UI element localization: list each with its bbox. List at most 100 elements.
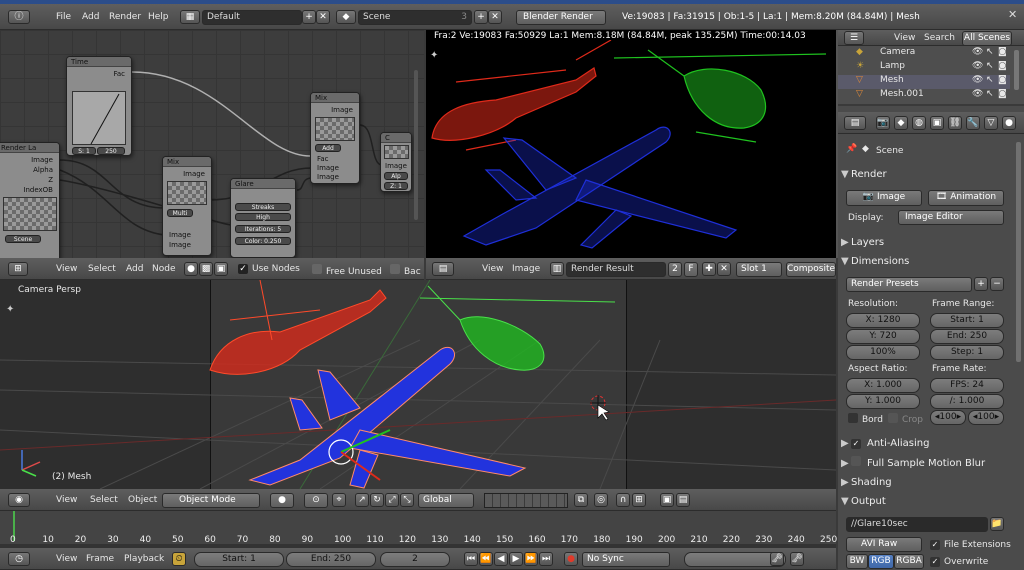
glare-type[interactable]: Streaks (235, 203, 291, 211)
outliner-menu-search[interactable]: Search (924, 33, 955, 43)
shader-nodes-icon[interactable]: ● (184, 262, 198, 276)
image-menu-view[interactable]: View (482, 264, 503, 274)
outliner-row-mesh[interactable]: ▽ Mesh 👁 ↖ ◙ (838, 75, 1010, 89)
viewport-menu-object[interactable]: Object (128, 495, 157, 505)
menu-help[interactable]: Help (148, 12, 169, 22)
menu-file[interactable]: File (56, 12, 71, 22)
node-editor-scrollbar[interactable] (414, 70, 418, 220)
border-checkbox[interactable]: Bord (848, 413, 883, 425)
output-path-field[interactable]: //Glare10sec (846, 517, 988, 532)
screen-layout-field[interactable]: Default (202, 10, 302, 25)
timeline[interactable] (0, 511, 836, 548)
dimensions-panel-header[interactable]: ▼ Dimensions (841, 253, 1011, 271)
visibility-eye-icon[interactable]: 👁 (972, 89, 983, 99)
viewport-menu-select[interactable]: Select (90, 495, 118, 505)
time-remap-old-field[interactable]: ◂100▸ (930, 410, 966, 425)
viewport-menu-view[interactable]: View (56, 495, 77, 505)
frame-end-field[interactable]: End: 250 (930, 329, 1004, 344)
lock-layers-icon[interactable]: ⧉ (574, 493, 588, 507)
color-rgb-button[interactable]: RGB (868, 554, 894, 569)
visibility-eye-icon[interactable]: 👁 (972, 47, 983, 57)
viewport-3d[interactable]: Camera Persp ✦ (2) Mesh (0, 280, 836, 489)
render-animation-button[interactable]: 🎞 Animation (928, 190, 1004, 206)
manipulator-toggle-icon[interactable]: ⌖ (332, 493, 346, 507)
play-icon[interactable]: ▶ (509, 552, 523, 566)
node-composite[interactable]: C Image Alp Z: 1 (380, 132, 412, 192)
scene-field[interactable]: Scene 3 (358, 10, 472, 25)
pivot-point-dropdown[interactable]: ⊙ (304, 493, 328, 508)
outliner-row-mesh-001[interactable]: ▽ Mesh.001 👁 ↖ ◙ (838, 89, 1010, 103)
visibility-eye-icon[interactable]: 👁 (972, 75, 983, 85)
render-animation-icon[interactable]: ▤ (676, 493, 690, 507)
selectable-arrow-icon[interactable]: ↖ (986, 89, 994, 99)
texture-nodes-icon[interactable]: ▣ (214, 262, 228, 276)
timeline-type-icon[interactable]: ◷ (8, 552, 30, 566)
resolution-x-field[interactable]: X: 1280 (846, 313, 920, 328)
material-tab-icon[interactable]: ● (1002, 116, 1016, 130)
node-editor-type-icon[interactable]: ⊞ (8, 262, 28, 276)
preview-range-icon[interactable]: ⏲ (172, 552, 186, 566)
object-tab-icon[interactable]: ▣ (930, 116, 944, 130)
layers-panel-header[interactable]: ▶ Layers (841, 234, 1011, 252)
outliner-row-camera[interactable]: ◆ Camera 👁 ↖ ◙ (838, 47, 1010, 61)
node-glare[interactable]: Glare Streaks High Iterations: 5 Color: … (230, 178, 296, 258)
timeline-menu-view[interactable]: View (56, 554, 77, 564)
node-menu-node[interactable]: Node (152, 264, 176, 274)
snap-toggle-icon[interactable]: ∩ (616, 493, 630, 507)
file-format-dropdown[interactable]: AVI Raw (846, 537, 922, 552)
renderable-icon[interactable]: ◙ (998, 61, 1007, 71)
fps-base-field[interactable]: /: 1.000 (930, 394, 1004, 409)
screen-remove-icon[interactable]: ✕ (316, 10, 330, 24)
jump-end-icon[interactable]: ⏭ (539, 552, 553, 566)
insert-keyframe-icon[interactable]: 🗝 (770, 552, 784, 566)
data-tab-icon[interactable]: ▽ (984, 116, 998, 130)
next-keyframe-icon[interactable]: ⏩ (524, 552, 538, 566)
aspect-y-field[interactable]: Y: 1.000 (846, 394, 920, 409)
glare-iterations[interactable]: Iterations: 5 (235, 225, 291, 233)
outliner-type-icon[interactable]: ☰ (844, 31, 864, 45)
scene-icon[interactable]: ◆ (336, 10, 356, 24)
render-pass-dropdown[interactable]: Composite (786, 262, 836, 277)
scene-tab-icon[interactable]: ◆ (894, 116, 908, 130)
outliner-scrollbar[interactable] (1014, 50, 1019, 90)
crop-checkbox[interactable]: Crop (888, 413, 923, 425)
layer-buttons[interactable] (484, 493, 568, 508)
viewport-type-icon[interactable]: ◉ (8, 493, 30, 507)
image-menu-image[interactable]: Image (512, 264, 540, 274)
fps-field[interactable]: FPS: 24 (930, 378, 1004, 393)
node-render-layers[interactable]: Render La Image Alpha Z IndexOB Scene (0, 142, 60, 258)
renderable-icon[interactable]: ◙ (998, 47, 1007, 57)
start-frame-field[interactable]: Start: 1 (194, 552, 284, 567)
antialiasing-panel-header[interactable]: ▶ ✓ Anti-Aliasing (841, 435, 1011, 453)
motion-blur-checkbox[interactable] (851, 456, 861, 466)
time-start[interactable]: S: 1 (72, 147, 96, 155)
render-layers-scene[interactable]: Scene (5, 235, 41, 243)
properties-type-icon[interactable]: ▤ (844, 116, 866, 130)
render-presets-dropdown[interactable]: Render Presets (846, 277, 972, 292)
play-reverse-icon[interactable]: ◀ (494, 552, 508, 566)
screen-layout-icon[interactable]: ▦ (180, 10, 200, 24)
scene-remove-icon[interactable]: ✕ (488, 10, 502, 24)
image-unlink-icon[interactable]: ✕ (717, 262, 731, 276)
snap-element-icon[interactable]: ⊞ (632, 493, 646, 507)
resolution-percentage-field[interactable]: 100% (846, 345, 920, 360)
translate-manipulator-icon[interactable]: ↗ (355, 493, 369, 507)
viewport-shading-dropdown[interactable]: ● (270, 493, 294, 508)
scale-manipulator-icon[interactable]: ⤢ (385, 493, 399, 507)
selectable-arrow-icon[interactable]: ↖ (986, 47, 994, 57)
image-name-field[interactable]: Render Result (566, 262, 666, 277)
color-rgba-button[interactable]: RGBA (894, 554, 924, 569)
mix-add-mode[interactable]: Add (315, 144, 341, 152)
color-bw-button[interactable]: BW (846, 554, 868, 569)
render-tab-icon[interactable]: 📷 (876, 116, 890, 130)
menu-render[interactable]: Render (109, 12, 141, 22)
current-frame-field[interactable]: 2 (380, 552, 450, 567)
free-unused-checkbox[interactable]: Free Unused (312, 264, 382, 277)
render-image-button[interactable]: 📷 Image (846, 190, 922, 206)
rotate-manipulator-icon[interactable]: ↻ (370, 493, 384, 507)
interaction-mode-dropdown[interactable]: Object Mode (162, 493, 260, 508)
scale-manipulator-2-icon[interactable]: ⤡ (400, 493, 414, 507)
outliner-menu-view[interactable]: View (894, 33, 915, 43)
record-icon[interactable]: ● (564, 552, 578, 566)
end-frame-field[interactable]: End: 250 (286, 552, 376, 567)
